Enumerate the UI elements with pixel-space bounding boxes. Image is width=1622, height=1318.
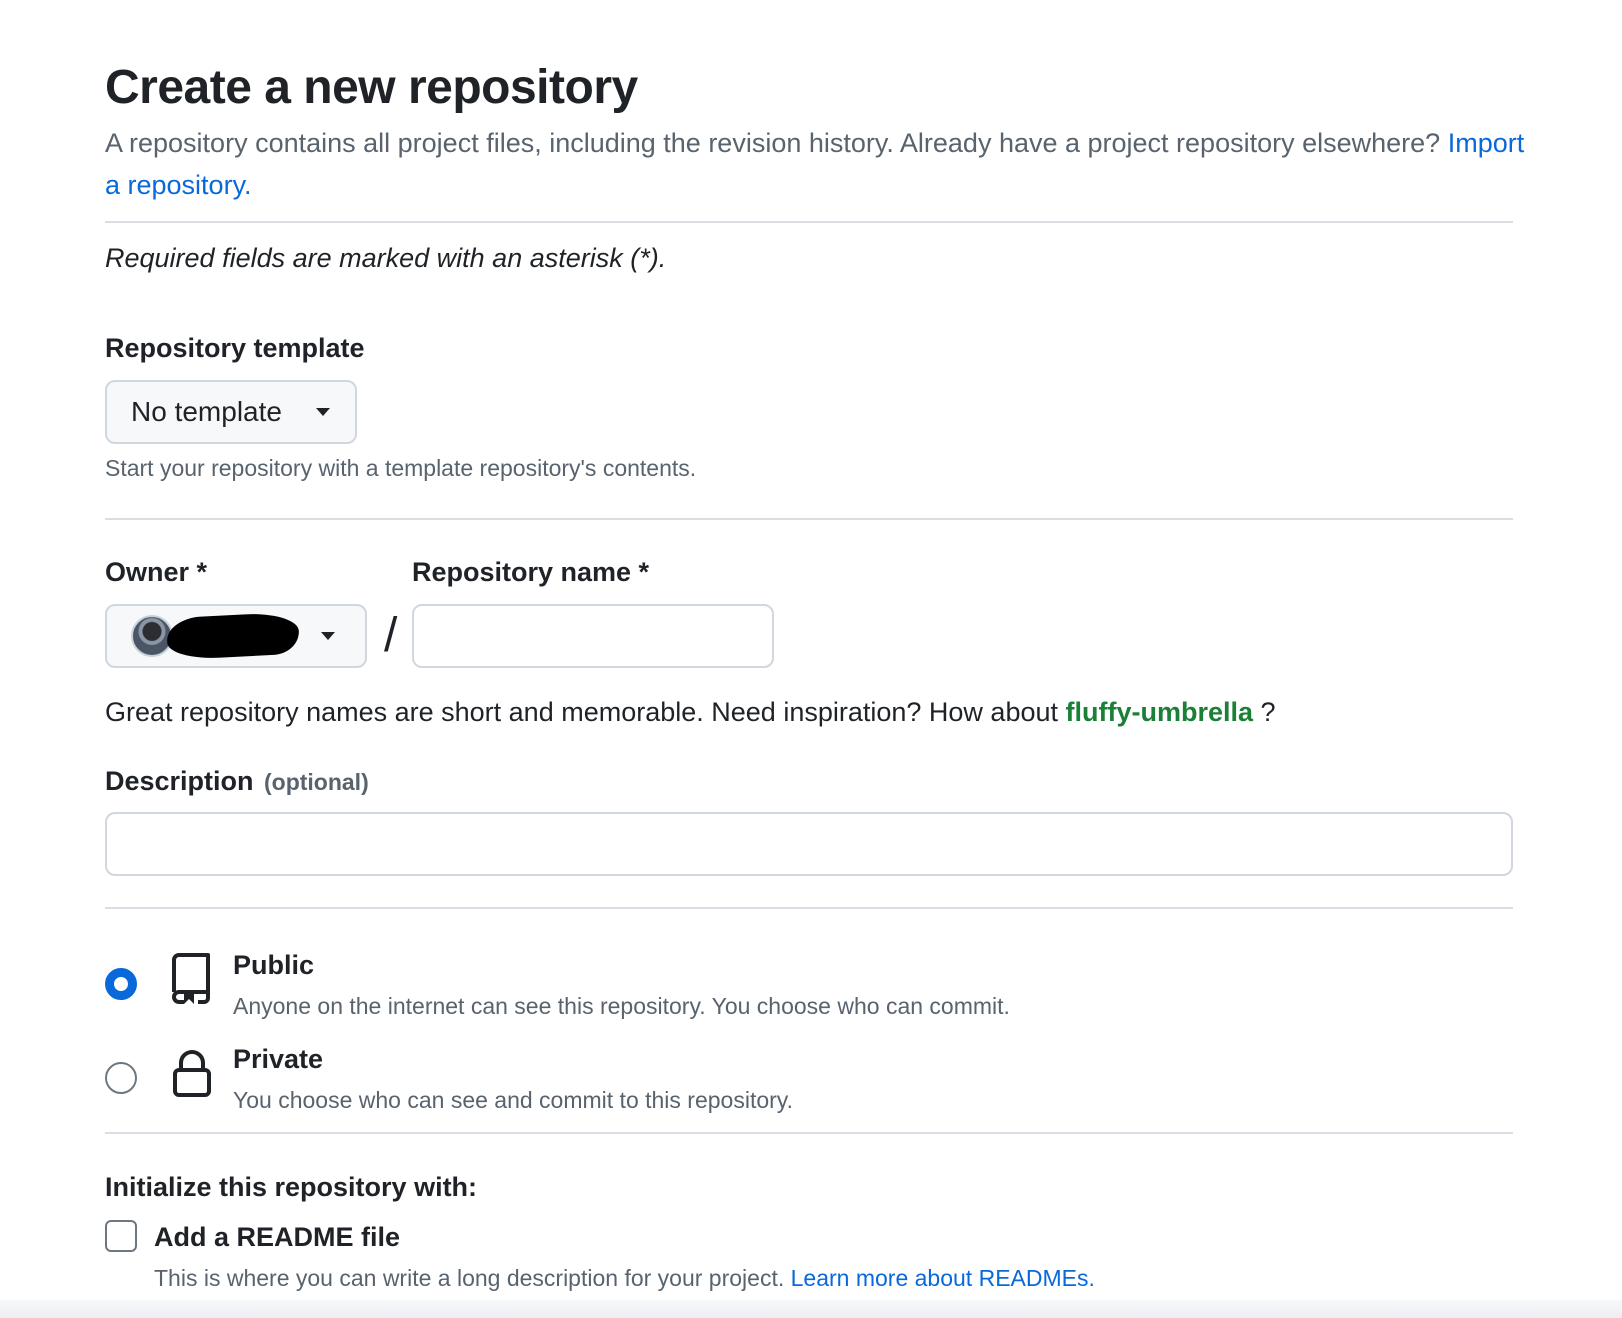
page-title: Create a new repository [105,61,638,114]
repo-book-icon [172,953,210,1004]
owner-label: Owner * [105,557,208,587]
add-readme-label[interactable]: Add a README file [154,1222,400,1253]
owner-dropdown-button[interactable] [105,604,367,668]
page-subtitle: A repository contains all project files,… [105,122,1525,206]
public-title: Public [233,950,315,980]
initialize-label: Initialize this repository with: [105,1172,478,1202]
repository-name-label: Repository name * [412,557,650,587]
repository-name-input[interactable] [412,604,774,668]
suggestion-suffix: ? [1253,697,1276,727]
divider [105,1132,1513,1134]
learn-more-readmes-link[interactable]: Learn more about READMEs. [791,1265,1095,1291]
add-readme-checkbox[interactable] [105,1220,137,1252]
name-suggestion: Great repository names are short and mem… [105,697,1276,728]
lock-icon [173,1050,211,1097]
description-label-row: Description (optional) [105,766,369,797]
redacted-owner-name [165,611,301,661]
required-fields-note: Required fields are marked with an aster… [105,243,667,273]
template-selected-value: No template [131,396,282,427]
caret-down-icon [321,632,335,640]
divider [105,518,1513,520]
private-title: Private [233,1044,324,1074]
divider [105,907,1513,909]
private-radio[interactable] [105,1062,137,1094]
readme-description-row: This is where you can write a long descr… [154,1265,1095,1292]
template-dropdown-button[interactable]: No template [105,380,357,444]
readme-description: This is where you can write a long descr… [154,1265,785,1291]
divider [105,221,1513,223]
caret-down-icon [315,408,330,416]
public-radio[interactable] [105,968,137,1000]
owner-repo-separator: / [384,609,398,662]
suggestion-prefix: Great repository names are short and mem… [105,697,1058,727]
description-label: Description [105,766,254,796]
subtitle-text: A repository contains all project files,… [105,128,1441,158]
optional-tag: (optional) [263,769,369,795]
template-label: Repository template [105,333,365,363]
template-hint: Start your repository with a template re… [105,455,697,481]
private-description: You choose who can see and commit to thi… [233,1087,793,1113]
suggested-name-link[interactable]: fluffy-umbrella [1066,697,1254,727]
page-bottom-edge [0,1300,1622,1318]
public-description: Anyone on the internet can see this repo… [233,993,1010,1019]
description-input[interactable] [105,812,1513,876]
